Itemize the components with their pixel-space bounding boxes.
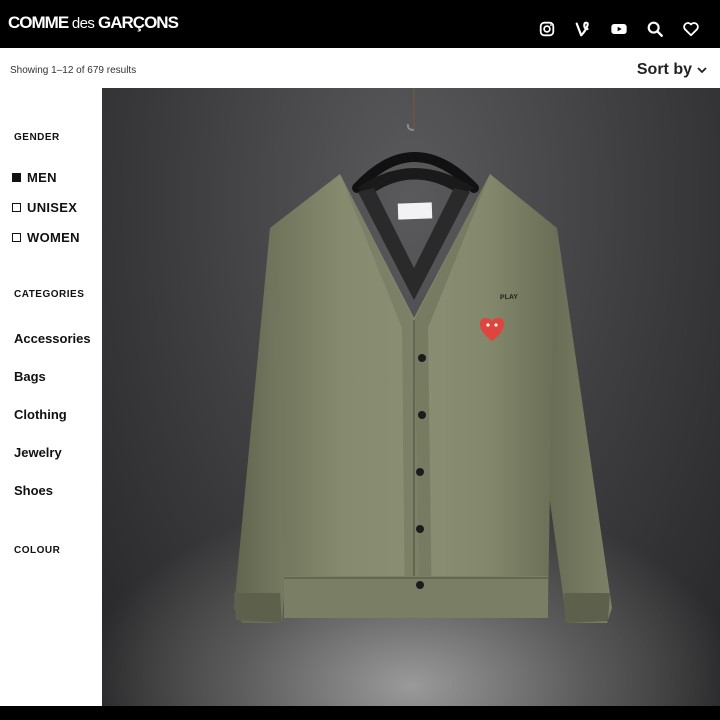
gender-filter-title: GENDER	[14, 132, 60, 143]
instagram-icon[interactable]	[538, 20, 556, 38]
logo-prefix: COMME	[8, 13, 69, 32]
search-icon[interactable]	[646, 20, 664, 38]
category-jewelry[interactable]: Jewelry	[14, 445, 62, 460]
logo-suffix: GARÇONS	[98, 13, 179, 32]
vine-icon[interactable]	[574, 20, 592, 38]
chevron-down-icon	[697, 67, 707, 74]
category-clothing[interactable]: Clothing	[14, 407, 67, 422]
filter-sidebar: GENDER MEN UNISEX WOMEN CATEGORIES Acces…	[0, 88, 102, 706]
results-count: Showing 1–12 of 679 results	[10, 65, 137, 76]
category-accessories[interactable]: Accessories	[14, 331, 91, 346]
logo-middle: des	[71, 15, 95, 32]
brand-logo[interactable]: COMME des GARÇONS	[8, 13, 179, 33]
colour-filter-title: COLOUR	[14, 545, 61, 556]
category-shoes[interactable]: Shoes	[14, 483, 53, 498]
gender-label: UNISEX	[27, 200, 78, 215]
category-bags[interactable]: Bags	[14, 369, 46, 384]
checkbox-checked[interactable]	[12, 173, 21, 182]
product-image[interactable]: PLAY	[102, 88, 720, 706]
sort-by-dropdown[interactable]: Sort by	[637, 61, 708, 79]
gender-filter-unisex[interactable]: UNISEX	[12, 200, 77, 215]
gender-label: WOMEN	[27, 230, 80, 245]
bottom-bar	[0, 706, 720, 720]
categories-filter-title: CATEGORIES	[14, 289, 85, 300]
heart-icon[interactable]	[682, 20, 700, 38]
sort-by-label: Sort by	[636, 61, 692, 78]
checkbox[interactable]	[12, 203, 21, 212]
gender-filter-men[interactable]: MEN	[12, 170, 57, 185]
gender-filter-women[interactable]: WOMEN	[12, 230, 80, 245]
gender-label: MEN	[27, 170, 57, 185]
social-icons	[538, 20, 700, 38]
checkbox[interactable]	[12, 233, 21, 242]
top-nav-bar: COMME des GARÇONS	[0, 0, 720, 48]
results-toolbar: Showing 1–12 of 679 results Sort by	[0, 48, 720, 88]
youtube-icon[interactable]	[610, 20, 628, 38]
cardigan-illustration	[234, 88, 612, 623]
garment-tag-text: PLAY	[499, 293, 519, 302]
